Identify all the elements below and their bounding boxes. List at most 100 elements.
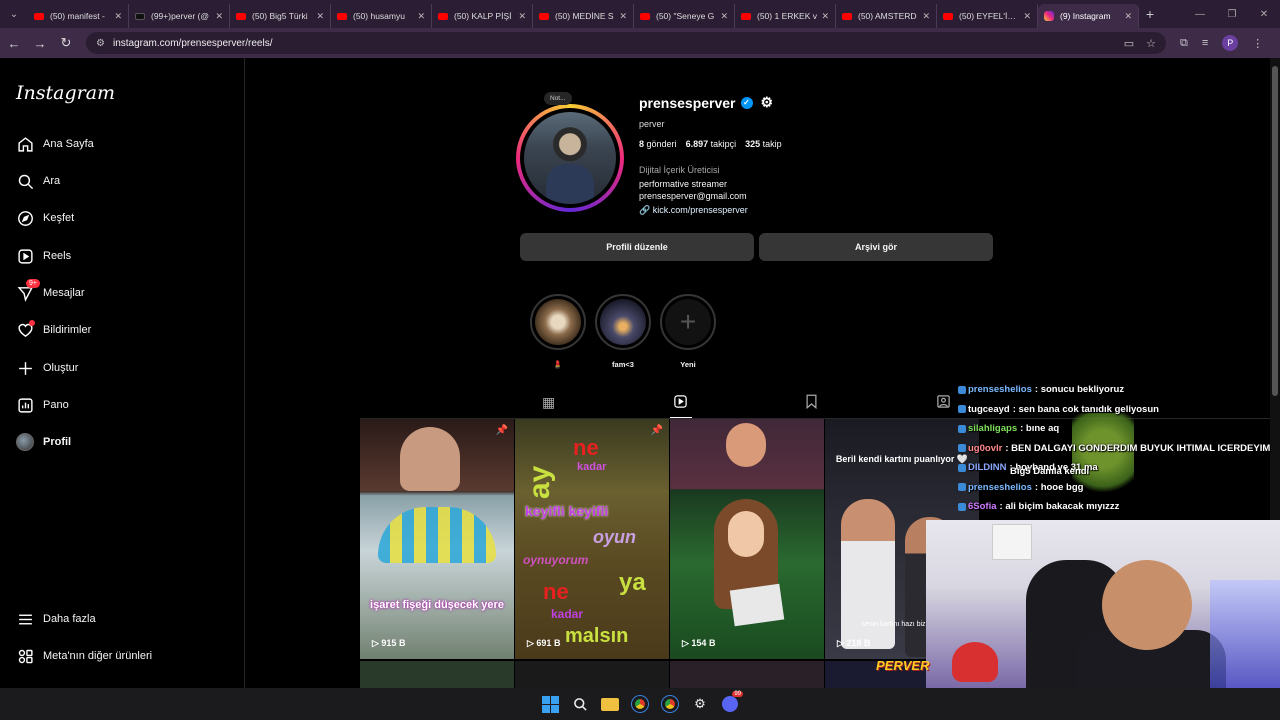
reel-caption: Beril kendi kartını puanlıyor 🤍 bbox=[835, 454, 969, 464]
dashboard-icon bbox=[16, 396, 34, 414]
tab-title: (9) Instagram bbox=[1060, 11, 1111, 21]
reel-tile[interactable]: işaret fişeği düşecek yere 📌 ▷ 915 B bbox=[360, 419, 514, 659]
chat-text: : ali biçim bakacak mıyızzz bbox=[999, 501, 1120, 513]
instagram-logo[interactable]: Instagram bbox=[16, 82, 115, 104]
tab-reels[interactable] bbox=[673, 394, 688, 412]
browser-profile-avatar[interactable]: P bbox=[1222, 35, 1239, 51]
browser-tab[interactable]: (50) KALP PİŞİ ✕ bbox=[432, 4, 533, 28]
profile-avatar-small bbox=[16, 433, 34, 451]
following-stat[interactable]: 325 takip bbox=[745, 139, 782, 149]
sidebar-item-create[interactable]: Oluştur bbox=[16, 356, 78, 380]
tab-saved[interactable] bbox=[805, 394, 818, 412]
reel-tile[interactable] bbox=[360, 661, 514, 688]
search-icon[interactable] bbox=[570, 694, 590, 714]
profile-note[interactable]: Not... bbox=[544, 92, 572, 105]
youtube-icon bbox=[539, 12, 549, 20]
sidebar-more[interactable]: Daha fazla bbox=[16, 607, 96, 631]
close-tab-icon[interactable]: ✕ bbox=[215, 11, 223, 22]
tab-title: (50) AMSTERD bbox=[858, 11, 917, 21]
chat-username: ug0ovlr bbox=[968, 442, 1003, 454]
settings-gear-icon[interactable]: ⚙ bbox=[761, 94, 774, 111]
browser-tab[interactable]: (50) MEDİNE S ✕ bbox=[533, 4, 634, 28]
reel-tile[interactable] bbox=[670, 661, 824, 688]
file-explorer-icon[interactable] bbox=[600, 694, 620, 714]
edit-profile-button[interactable]: Profili düzenle bbox=[520, 233, 754, 261]
scrollbar-thumb[interactable] bbox=[1272, 66, 1278, 396]
browser-tab[interactable]: (9) Instagram ✕ bbox=[1038, 4, 1139, 28]
forward-icon[interactable]: → bbox=[28, 36, 52, 51]
close-tab-icon[interactable]: ✕ bbox=[114, 11, 122, 22]
browser-tab[interactable]: (50) EYFEL'İN A ✕ bbox=[937, 4, 1038, 28]
close-tab-icon[interactable]: ✕ bbox=[1124, 11, 1132, 22]
browser-tab[interactable]: (99+)perver (@ ✕ bbox=[129, 4, 230, 28]
close-tab-icon[interactable]: ✕ bbox=[922, 11, 930, 22]
followers-stat[interactable]: 6.897 takipçi bbox=[686, 139, 737, 149]
close-tab-icon[interactable]: ✕ bbox=[417, 11, 425, 22]
chrome-menu-icon[interactable]: ⋮ bbox=[1252, 37, 1263, 50]
sidebar-item-profile[interactable]: Profil bbox=[16, 430, 71, 454]
maximize-icon[interactable]: ❐ bbox=[1216, 9, 1248, 20]
back-icon[interactable]: ← bbox=[2, 36, 26, 51]
sidebar-item-home[interactable]: Ana Sayfa bbox=[16, 132, 94, 156]
browser-tab[interactable]: (50) 1 ERKEK v ✕ bbox=[735, 4, 836, 28]
browser-tab[interactable]: (50) AMSTERD ✕ bbox=[836, 4, 937, 28]
profile-picture bbox=[524, 112, 616, 204]
highlight-item[interactable]: fam<3 bbox=[595, 294, 651, 369]
chrome-profile-icon[interactable] bbox=[660, 694, 680, 714]
minimize-icon[interactable]: — bbox=[1184, 9, 1216, 20]
tab-posts[interactable]: ▦ bbox=[542, 394, 555, 411]
windows-start-icon[interactable] bbox=[540, 694, 560, 714]
sidebar-item-messages[interactable]: 9+ Mesajlar bbox=[16, 279, 85, 305]
media-controls-icon[interactable]: ≡ bbox=[1202, 37, 1208, 49]
sidebar-meta-products[interactable]: Meta'nın diğer ürünleri bbox=[16, 644, 152, 668]
highlight-item[interactable]: 💄 bbox=[530, 294, 586, 369]
close-window-icon[interactable]: ✕ bbox=[1248, 9, 1280, 20]
sidebar-item-notifications[interactable]: Bildirimler bbox=[16, 318, 91, 342]
tab-search-icon[interactable]: ⌄ bbox=[0, 0, 28, 28]
bookmark-star-icon[interactable]: ☆ bbox=[1146, 37, 1156, 50]
sidebar-item-reels[interactable]: Reels bbox=[16, 244, 71, 268]
chrome-icon[interactable] bbox=[630, 694, 650, 714]
browser-tab[interactable]: (50) manifest - ✕ bbox=[28, 4, 129, 28]
sidebar-item-label: Keşfet bbox=[43, 212, 75, 224]
close-tab-icon[interactable]: ✕ bbox=[720, 11, 728, 22]
sidebar-item-label: Pano bbox=[43, 399, 69, 411]
close-tab-icon[interactable]: ✕ bbox=[518, 11, 526, 22]
profile-link[interactable]: 🔗 kick.com/prensesperver bbox=[639, 205, 748, 216]
meta-apps-icon bbox=[16, 647, 34, 665]
close-tab-icon[interactable]: ✕ bbox=[619, 11, 627, 22]
browser-tab[interactable]: (50) Big5 Türki ✕ bbox=[230, 4, 331, 28]
tab-tagged[interactable] bbox=[936, 394, 951, 412]
close-tab-icon[interactable]: ✕ bbox=[1023, 11, 1031, 22]
view-archive-button[interactable]: Arşivi gör bbox=[759, 233, 993, 261]
site-info-icon[interactable]: ⚙ bbox=[96, 38, 105, 49]
sidebar-item-search[interactable]: Ara bbox=[16, 169, 60, 193]
sidebar-item-explore[interactable]: Keşfet bbox=[16, 206, 74, 230]
sidebar-item-dashboard[interactable]: Pano bbox=[16, 393, 69, 417]
profile-picture-ring[interactable] bbox=[516, 104, 624, 212]
sidebar-item-label: Ara bbox=[43, 175, 61, 187]
extensions-icon[interactable]: ⧉ bbox=[1180, 37, 1188, 50]
reel-tile[interactable]: ay ne kadar keyifli keyifli oyun oynuyor… bbox=[515, 419, 669, 659]
cast-icon[interactable]: ▭ bbox=[1124, 37, 1134, 50]
windows-taskbar: ⚙ 99 bbox=[0, 688, 1280, 720]
home-icon bbox=[16, 135, 34, 153]
chat-username: 6Sofia bbox=[968, 501, 997, 513]
chat-badge-icon bbox=[958, 424, 966, 433]
browser-tab[interactable]: (50) "Seneye G ✕ bbox=[634, 4, 735, 28]
new-tab-button[interactable]: + bbox=[1139, 6, 1161, 22]
reload-icon[interactable]: ↻ bbox=[54, 35, 78, 51]
chat-username: silahligaps bbox=[968, 423, 1018, 435]
reel-tile[interactable] bbox=[515, 661, 669, 688]
close-tab-icon[interactable]: ✕ bbox=[316, 11, 324, 22]
browser-tab[interactable]: (50) husamyu ✕ bbox=[331, 4, 432, 28]
close-tab-icon[interactable]: ✕ bbox=[821, 11, 829, 22]
discord-icon[interactable]: 99 bbox=[720, 691, 743, 714]
chat-badge-icon bbox=[958, 444, 966, 453]
reel-tile[interactable]: ▷ 154 B bbox=[670, 419, 824, 659]
settings-icon[interactable]: ⚙ bbox=[690, 694, 710, 714]
new-highlight-button[interactable]: + Yeni bbox=[660, 294, 716, 369]
address-bar[interactable]: ⚙ instagram.com/prensesperver/reels/ ▭ ☆ bbox=[86, 32, 1166, 54]
tab-title: (50) EYFEL'İN A bbox=[959, 11, 1020, 21]
bookmark-icon bbox=[805, 394, 818, 412]
